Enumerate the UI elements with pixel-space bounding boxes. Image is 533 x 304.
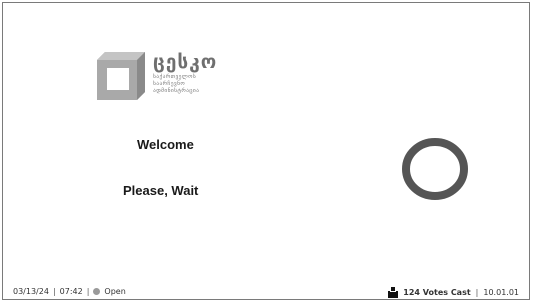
status-message: Please, Wait <box>123 183 199 198</box>
logo-subtitle-line: საარჩევნო <box>153 81 186 87</box>
cesko-logo: ცესკო საქართველოს საარჩევნო ადმინისტრაცი… <box>95 50 235 108</box>
status-bar: 03/13/24 | 07:42 | Open 124 Votes Cast |… <box>13 287 519 301</box>
votes-cast-count: 124 Votes Cast <box>403 288 471 297</box>
logo-cube-icon <box>97 52 145 100</box>
welcome-heading: Welcome <box>137 137 194 152</box>
separator: | <box>86 287 90 296</box>
status-bar-left: 03/13/24 | 07:42 | Open <box>13 287 126 296</box>
status-dot-icon <box>93 288 101 295</box>
time-text: 07:42 <box>59 287 83 296</box>
logo-title: ცესკო <box>153 51 218 73</box>
logo-subtitle-line: ადმინისტრაცია <box>153 88 200 94</box>
logo-subtitle: საქართველოს საარჩევნო ადმინისტრაცია <box>153 74 233 95</box>
logo-subtitle-line: საქართველოს <box>153 74 197 80</box>
date-text: 03/13/24 <box>13 287 49 296</box>
polling-status: Open <box>104 287 126 296</box>
loading-spinner-icon <box>402 138 468 200</box>
ballot-box-icon <box>388 287 399 298</box>
version-text: 10.01.01 <box>483 288 519 297</box>
separator: | <box>475 288 479 297</box>
screen-frame: ცესკო საქართველოს საარჩევნო ადმინისტრაცი… <box>2 2 530 300</box>
separator: | <box>52 287 56 296</box>
status-bar-right: 124 Votes Cast | 10.01.01 <box>388 287 519 298</box>
